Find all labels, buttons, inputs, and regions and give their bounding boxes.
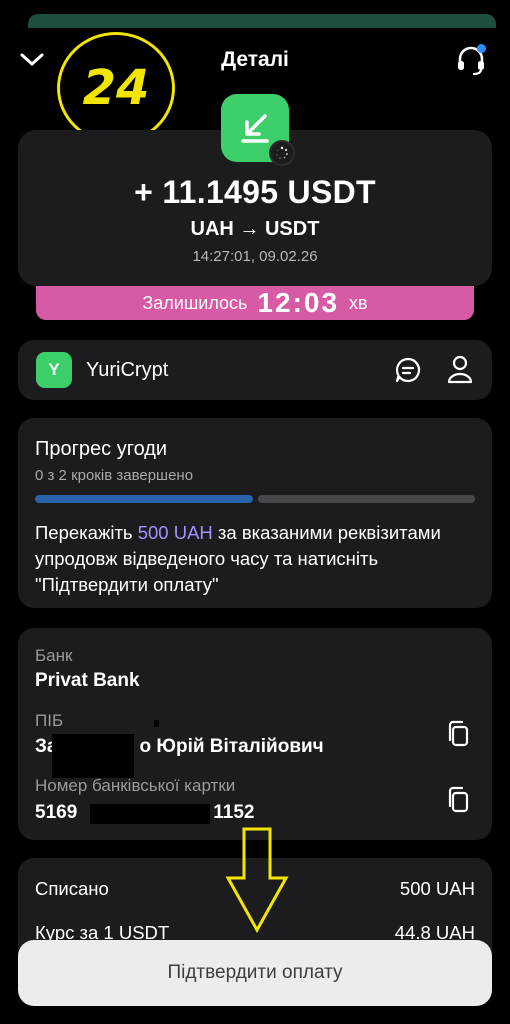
progress-step-2 [258,495,475,503]
sheet-top-edge [28,14,496,28]
copy-card-number-button[interactable] [446,786,470,814]
progress-steps-text: 0 з 2 кроків завершено [35,467,194,484]
copy-name-button[interactable] [446,720,470,748]
copy-icon [448,720,469,747]
timer-label: Залишилось [142,292,248,313]
copy-icon [448,786,469,813]
summary-label: Списано [35,878,109,899]
progress-title: Прогрес угоди [35,438,168,460]
deal-progress-card: Прогрес угоди 0 з 2 кроків завершено Пер… [18,418,492,608]
step-annotation-circle: 24 [57,32,175,144]
notification-dot [477,44,486,53]
redaction-mark [154,720,159,727]
currency-pair: UAH → USDT [190,218,320,240]
profile-button[interactable] [446,354,474,384]
bank-value: Privat Bank [35,670,140,691]
payment-timer: Залишилось 12:03 хв [36,286,474,320]
arrow-down-left-icon [241,114,269,143]
chat-button[interactable] [394,356,422,384]
name-redaction [52,734,134,778]
name-label: ПІБ [35,711,64,730]
loading-spinner-icon [269,140,295,166]
support-button[interactable] [454,44,488,78]
transaction-datetime: 14:27:01, 09.02.26 [192,248,318,265]
payment-instruction: Перекажіть 500 UAH за вказаними реквізит… [35,520,480,598]
transaction-amount: + 11.1495 USDT [134,174,376,210]
progress-step-1 [35,495,253,503]
timer-unit: хв [349,292,368,313]
chat-bubble-icon [395,357,421,383]
transaction-type-icon [221,94,295,166]
instruction-amount: 500 UAH [137,522,213,543]
bank-label: Банк [35,646,73,665]
bank-details-card: Банк Privat Bank ПІБ За о Юрій Віталійови… [18,628,492,840]
user-icon [447,355,473,384]
step-number: 24 [82,60,150,116]
instruction-text-start: Перекажіть [35,522,138,543]
confirm-payment-button[interactable]: Підтвердити оплату [18,940,492,1006]
name-value-end: о Юрій Віталійович [139,736,324,757]
timer-value: 12:03 [257,287,340,318]
summary-value: 500 UAH [399,878,475,899]
card-number-label: Номер банківської картки [35,776,236,795]
card-number-redaction [90,804,210,824]
down-arrow-annotation [225,827,289,934]
merchant-avatar: Y [36,352,72,388]
merchant-card[interactable]: Y YuriCrypt [18,340,492,400]
merchant-name: YuriCrypt [86,359,169,381]
card-number-end: 1152 [213,802,255,823]
card-number-start: 5169 [35,802,78,823]
